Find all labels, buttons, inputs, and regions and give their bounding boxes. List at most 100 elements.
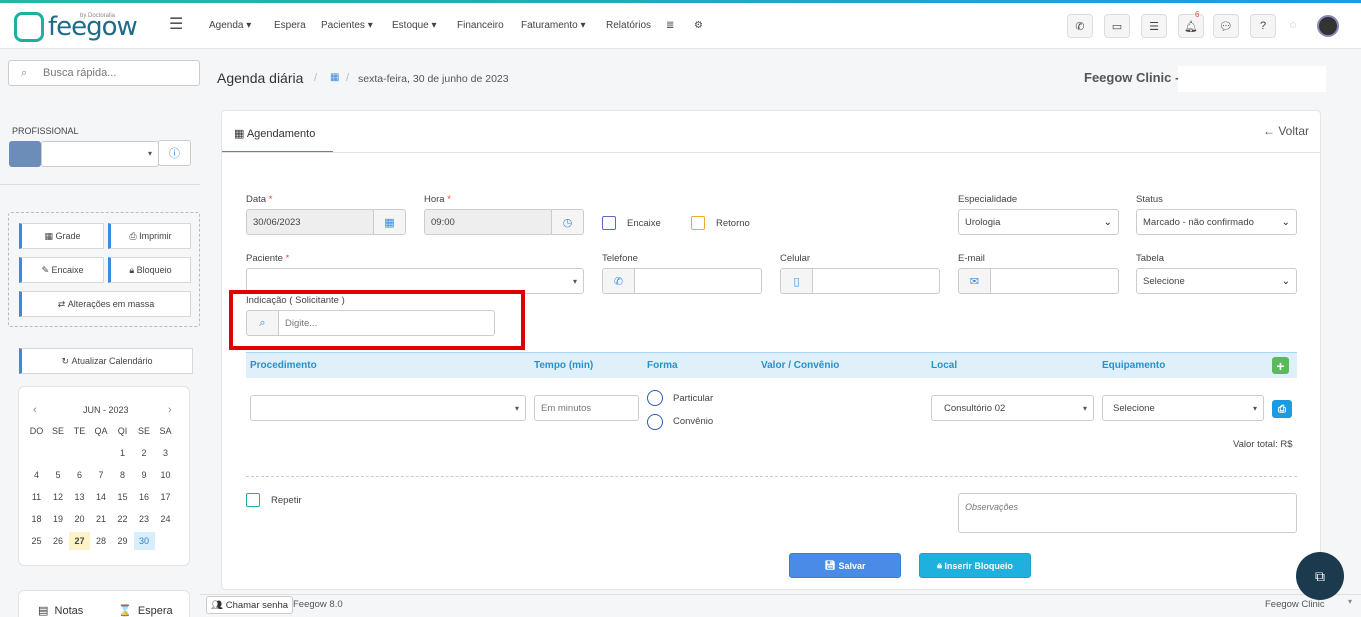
calendar-day[interactable]: 24 [155, 510, 176, 528]
nav-relatorios[interactable]: Relatórios [606, 20, 651, 31]
celular-input[interactable] [812, 268, 940, 294]
professional-avatar [9, 141, 41, 167]
calendar-day[interactable]: 30 [133, 532, 155, 550]
calendar-day[interactable]: 3 [155, 444, 176, 462]
calendar-prev-icon[interactable]: ‹ [33, 404, 37, 416]
tabela-select[interactable]: Selecione ⌄ [1136, 268, 1297, 294]
calendar-day[interactable]: 4 [26, 466, 47, 484]
calendar-day[interactable]: 27 [69, 532, 90, 550]
nav-agenda[interactable]: Agenda ▾ [209, 20, 251, 31]
professional-info-button[interactable]: ⓘ [158, 140, 191, 166]
calendar-day[interactable]: 25 [26, 532, 47, 550]
inserir-bloqueio-button[interactable]: 🔒︎ Inserir Bloqueio [919, 553, 1031, 578]
add-procedure-button[interactable]: + [1272, 357, 1289, 374]
bell-icon[interactable]: 🔔︎ [1178, 14, 1204, 38]
chat-icon: ⧉ [1315, 567, 1325, 584]
imprimir-button[interactable]: ⎙ Imprimir [108, 223, 191, 249]
calendar-picker-icon[interactable]: ▦ [373, 209, 406, 235]
feegow-logo-icon[interactable] [14, 12, 44, 42]
calendar-day[interactable]: 29 [112, 532, 133, 550]
calendar-day[interactable]: 28 [91, 532, 112, 550]
data-input[interactable]: 30/06/2023 [246, 209, 374, 235]
encaixe-button[interactable]: ✎ Encaixe [19, 257, 104, 283]
chat-icon[interactable]: 💬︎ [1213, 14, 1239, 38]
salvar-button[interactable]: 💾︎ Salvar [789, 553, 901, 578]
clock-icon[interactable]: ◷ [551, 209, 584, 235]
col-valor: Valor / Convênio [761, 360, 840, 371]
calendar-weekday: SE [137, 426, 150, 436]
calendar-day[interactable]: 7 [91, 466, 112, 484]
data-label: Data * [246, 194, 273, 205]
search-icon: ⌕ [21, 67, 28, 79]
procedimento-select[interactable]: ▾ [250, 395, 526, 421]
calendar-day[interactable]: 10 [155, 466, 176, 484]
database-icon[interactable]: ≣ [666, 20, 674, 31]
calendar-day[interactable]: 22 [112, 510, 133, 528]
retorno-checkbox[interactable] [691, 216, 705, 230]
grade-button[interactable]: ▦ Grade [19, 223, 104, 249]
forma-convenio-radio[interactable] [647, 414, 663, 430]
quick-search-input[interactable]: ⌕ Busca rápida... [8, 60, 200, 86]
encaixe-checkbox[interactable] [602, 216, 616, 230]
calendar-day[interactable]: 21 [91, 510, 112, 528]
calendar-day[interactable]: 20 [69, 510, 90, 528]
calendar-day[interactable]: 19 [48, 510, 69, 528]
equipamento-select[interactable]: Selecione ▾ [1102, 395, 1264, 421]
calendar-day[interactable]: 6 [69, 466, 90, 484]
calendar-day[interactable]: 18 [26, 510, 47, 528]
calendar-weekday: QI [117, 426, 128, 436]
user-avatar[interactable] [1317, 15, 1339, 37]
hora-input[interactable]: 09:00 [424, 209, 552, 235]
calendar-day[interactable]: 12 [48, 488, 69, 506]
calendar-day[interactable]: 11 [26, 488, 47, 506]
inbox-icon[interactable]: ▭ [1104, 14, 1130, 38]
calendar-next-icon[interactable]: › [168, 404, 172, 416]
chevron-down-icon: ⌄ [1281, 275, 1290, 287]
repetir-checkbox[interactable] [246, 493, 260, 507]
atualizar-calendario-button[interactable]: ↻ Atualizar Calendário [19, 348, 193, 374]
settings-gear-icon[interactable]: ⚙ [694, 20, 703, 31]
status-select[interactable]: Marcado - não confirmado ⌄ [1136, 209, 1297, 235]
especialidade-select[interactable]: Urologia ⌄ [958, 209, 1119, 235]
tab-agendamento[interactable]: ▦ Agendamento [234, 127, 315, 140]
calendar-day[interactable]: 1 [112, 444, 133, 462]
bloqueio-button[interactable]: 🔒︎ Bloqueio [108, 257, 191, 283]
phone-icon[interactable]: ✆ [1067, 14, 1093, 38]
observacoes-textarea[interactable]: Observações [958, 493, 1297, 533]
print-procedure-button[interactable]: ⎙ [1272, 400, 1292, 418]
calendar-day[interactable]: 9 [134, 466, 155, 484]
help-icon[interactable]: ? [1250, 14, 1276, 38]
local-select[interactable]: Consultório 02 ▾ [931, 395, 1094, 421]
calendar-day[interactable]: 23 [134, 510, 155, 528]
breadcrumb-separator-2: / [346, 72, 350, 84]
calendar-day[interactable]: 14 [91, 488, 112, 506]
nav-faturamento[interactable]: Faturamento ▾ [521, 20, 586, 31]
professional-select[interactable]: ▾ [41, 141, 159, 167]
calendar-day[interactable]: 17 [155, 488, 176, 506]
email-input[interactable] [990, 268, 1119, 294]
tab-espera[interactable]: ⌛ Espera [118, 604, 173, 617]
tab-notas[interactable]: ▤ Notas [38, 604, 83, 617]
voltar-link[interactable]: ← Voltar [1263, 124, 1309, 138]
tempo-input[interactable]: Em minutos [534, 395, 639, 421]
telefone-input[interactable] [634, 268, 762, 294]
col-local: Local [931, 360, 958, 371]
calendar-day[interactable]: 26 [48, 532, 69, 550]
chamar-senha-button[interactable]: 👥︎ Chamar senha [206, 596, 294, 614]
forma-particular-radio[interactable] [647, 390, 663, 406]
scroll-down-icon[interactable]: ▾ [1348, 597, 1352, 606]
menu-toggle-icon[interactable]: ☰ [169, 14, 183, 34]
calendar-day[interactable]: 8 [112, 466, 133, 484]
nav-financeiro[interactable]: Financeiro [457, 20, 504, 31]
alteracoes-massa-button[interactable]: ⇄ Alterações em massa [19, 291, 191, 317]
calendar-day[interactable]: 13 [69, 488, 90, 506]
calendar-day[interactable]: 5 [48, 466, 69, 484]
calendar-day[interactable]: 16 [134, 488, 155, 506]
nav-pacientes[interactable]: Pacientes ▾ [321, 20, 373, 31]
calendar-day[interactable]: 15 [112, 488, 133, 506]
calendar-day[interactable]: 2 [134, 444, 155, 462]
nav-espera[interactable]: Espera [274, 20, 306, 31]
tasks-icon[interactable]: ☰ [1141, 14, 1167, 38]
chat-fab-button[interactable]: ⧉ [1296, 552, 1344, 600]
nav-estoque[interactable]: Estoque ▾ [392, 20, 437, 31]
